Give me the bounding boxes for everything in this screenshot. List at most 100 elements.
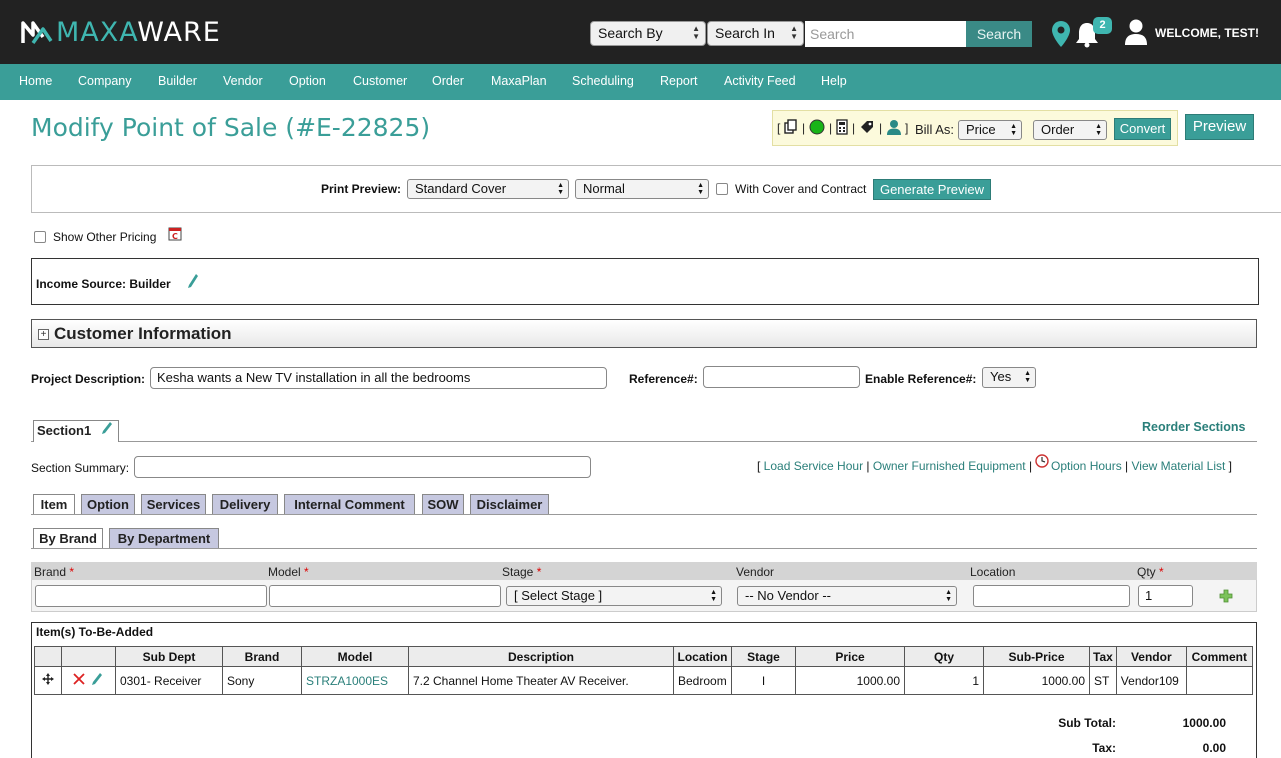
- search-by-select[interactable]: Search By ▲ ▼: [590, 21, 706, 46]
- user-icon[interactable]: [1124, 18, 1148, 46]
- sub-tab-line: [31, 548, 1257, 549]
- tag-icon[interactable]: [859, 119, 875, 135]
- required-marker: *: [304, 565, 309, 579]
- qty-column-header: Qty: [904, 646, 984, 667]
- tab-option[interactable]: Option: [81, 494, 135, 514]
- search-input[interactable]: Search: [805, 21, 966, 47]
- nav-item-builder[interactable]: Builder: [158, 74, 197, 88]
- edit-pencil-icon[interactable]: [91, 672, 103, 686]
- cell-brand: Sony: [222, 666, 302, 695]
- cell-sub-price: 1000.00: [983, 666, 1090, 695]
- convert-button[interactable]: Convert: [1114, 118, 1171, 140]
- cell-comment: [1185, 666, 1253, 695]
- tab-sow[interactable]: SOW: [422, 494, 464, 514]
- select-arrows-icon: ▲ ▼: [790, 24, 798, 41]
- preview-button[interactable]: Preview: [1185, 114, 1254, 140]
- tab-by-department[interactable]: By Department: [109, 528, 219, 548]
- add-item-plus-icon[interactable]: [1219, 589, 1233, 603]
- nav-item-vendor[interactable]: Vendor: [223, 74, 263, 88]
- edit-pencil-icon[interactable]: [187, 273, 199, 289]
- vendor-select[interactable]: -- No Vendor -- ▲ ▼: [737, 586, 957, 606]
- option-hours-link[interactable]: Option Hours: [1051, 459, 1122, 473]
- person-icon[interactable]: [886, 119, 902, 135]
- sub-total-label: Sub Total:: [1058, 716, 1116, 730]
- calculator-icon[interactable]: [836, 119, 848, 135]
- nav-item-order[interactable]: Order: [432, 74, 464, 88]
- notification-count-badge[interactable]: 2: [1093, 17, 1112, 34]
- green-status-icon[interactable]: [809, 119, 825, 135]
- mode-select[interactable]: Normal ▲ ▼: [575, 179, 709, 199]
- tab-by-brand[interactable]: By Brand: [33, 528, 103, 548]
- tab-internal-comment[interactable]: Internal Comment: [284, 494, 415, 514]
- price-column-header: Price: [795, 646, 905, 667]
- svg-text:C: C: [172, 232, 178, 241]
- pricing-calendar-icon[interactable]: C: [168, 227, 182, 241]
- select-arrows-icon: ▲ ▼: [1010, 123, 1017, 137]
- drag-move-icon[interactable]: [42, 673, 54, 685]
- expand-plus-icon[interactable]: +: [38, 329, 49, 340]
- cell-price: 1000.00: [795, 666, 905, 695]
- description-column-header: Description: [408, 646, 674, 667]
- nav-item-report[interactable]: Report: [660, 74, 698, 88]
- nav-item-option[interactable]: Option: [289, 74, 326, 88]
- delete-x-icon[interactable]: [72, 672, 86, 686]
- view-material-list-link[interactable]: View Material List: [1132, 459, 1226, 473]
- items-table-header-row: Sub Dept Brand Model Description Locatio…: [34, 646, 1253, 667]
- sub-total-value: 1000.00: [1182, 716, 1226, 730]
- nav-item-maxaplan[interactable]: MaxaPlan: [491, 74, 547, 88]
- clock-icon[interactable]: [1035, 454, 1049, 468]
- stage-select[interactable]: [ Select Stage ] ▲ ▼: [506, 586, 722, 606]
- search-in-select[interactable]: Search In ▲ ▼: [707, 21, 804, 46]
- bill-as-select[interactable]: Price ▲ ▼: [958, 120, 1022, 140]
- edit-section-pencil-icon[interactable]: [101, 421, 113, 435]
- qty-input[interactable]: 1: [1138, 585, 1193, 607]
- load-service-hour-link[interactable]: Load Service Hour: [764, 459, 863, 473]
- nav-item-help[interactable]: Help: [821, 74, 847, 88]
- search-button[interactable]: Search: [966, 21, 1032, 47]
- nav-item-home[interactable]: Home: [19, 74, 52, 88]
- welcome-user-link[interactable]: WELCOME, TEST!: [1155, 26, 1259, 40]
- tax-total-value: 0.00: [1202, 741, 1226, 755]
- location-pin-icon[interactable]: [1051, 20, 1071, 48]
- tab-disclaimer[interactable]: Disclaimer: [470, 494, 549, 514]
- nav-item-company[interactable]: Company: [78, 74, 132, 88]
- generate-preview-button[interactable]: Generate Preview: [873, 179, 991, 200]
- section-summary-input[interactable]: [134, 456, 591, 478]
- nav-item-scheduling[interactable]: Scheduling: [572, 74, 634, 88]
- project-description-input[interactable]: Kesha wants a New TV installation in all…: [150, 367, 607, 389]
- show-other-pricing-checkbox[interactable]: [34, 231, 46, 243]
- location-input[interactable]: [973, 585, 1130, 607]
- vendor-column-header: Vendor: [1115, 646, 1187, 667]
- nav-item-customer[interactable]: Customer: [353, 74, 407, 88]
- maxaware-logo[interactable]: MAXAWARE: [20, 15, 221, 49]
- tab-delivery[interactable]: Delivery: [212, 494, 278, 514]
- tab-services[interactable]: Services: [141, 494, 206, 514]
- customer-information-panel[interactable]: + Customer Information: [31, 319, 1257, 348]
- required-marker: *: [69, 565, 75, 579]
- cell-model-link[interactable]: STRZA1000ES: [301, 666, 409, 695]
- nav-item-activity-feed[interactable]: Activity Feed: [724, 74, 796, 88]
- brand-column-header: Brand: [222, 646, 302, 667]
- model-input[interactable]: [269, 585, 501, 607]
- copy-icon[interactable]: [784, 119, 798, 135]
- select-arrows-icon: ▲ ▼: [697, 182, 704, 196]
- table-row: 0301- Receiver Sony STRZA1000ES 7.2 Chan…: [34, 666, 1253, 695]
- reorder-sections-link[interactable]: Reorder Sections: [1142, 420, 1246, 434]
- select-arrows-icon: ▲ ▼: [557, 182, 564, 196]
- items-to-be-added-title: Item(s) To-Be-Added: [36, 625, 154, 639]
- owner-furnished-equipment-link[interactable]: Owner Furnished Equipment: [873, 459, 1026, 473]
- cover-select[interactable]: Standard Cover ▲ ▼: [407, 179, 569, 199]
- mode-value: Normal: [583, 181, 625, 196]
- vendor-select-value: -- No Vendor --: [745, 588, 831, 603]
- tax-total-label: Tax:: [1092, 741, 1116, 755]
- brand-input[interactable]: [35, 585, 267, 607]
- reference-input[interactable]: [703, 366, 860, 388]
- items-to-be-added-panel: Item(s) To-Be-Added Sub Dept Brand Model…: [31, 622, 1257, 758]
- stage-header: Stage: [502, 565, 534, 579]
- print-preview-panel: Print Preview: Standard Cover ▲ ▼ Normal …: [31, 165, 1281, 213]
- page-title: Modify Point of Sale (#E-22825): [31, 113, 431, 142]
- order-select[interactable]: Order ▲ ▼: [1033, 120, 1107, 140]
- enable-reference-select[interactable]: Yes ▲ ▼: [982, 367, 1036, 388]
- with-cover-checkbox[interactable]: [716, 183, 728, 195]
- tab-item[interactable]: Item: [33, 494, 75, 514]
